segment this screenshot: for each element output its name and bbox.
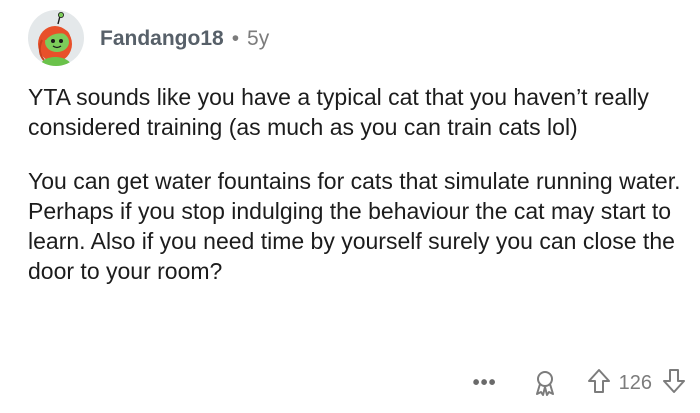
username[interactable]: Fandango18: [100, 27, 224, 51]
comment-header: Fandango18 • 5y: [28, 8, 269, 68]
vote-controls: 126: [587, 368, 686, 399]
comment-body: YTA sounds like you have a typical cat t…: [28, 82, 688, 310]
snoo-avatar-icon: [38, 12, 72, 66]
comment-meta: Fandango18 • 5y: [100, 27, 269, 51]
more-options-icon[interactable]: •••: [473, 372, 497, 395]
meta-separator: •: [231, 27, 240, 50]
vote-count: 126: [618, 371, 652, 394]
avatar[interactable]: [28, 10, 84, 66]
comment-paragraph: You can get water fountains for cats tha…: [28, 168, 681, 284]
comment-paragraph: YTA sounds like you have a typical cat t…: [28, 84, 649, 140]
upvote-arrow-icon[interactable]: [587, 368, 611, 399]
award-icon[interactable]: [533, 370, 557, 396]
comment-age: 5y: [247, 27, 270, 50]
downvote-arrow-icon[interactable]: [662, 368, 686, 399]
comment-actions: ••• 126: [473, 366, 686, 400]
comment: Fandango18 • 5y YTA sounds like you have…: [0, 0, 700, 413]
